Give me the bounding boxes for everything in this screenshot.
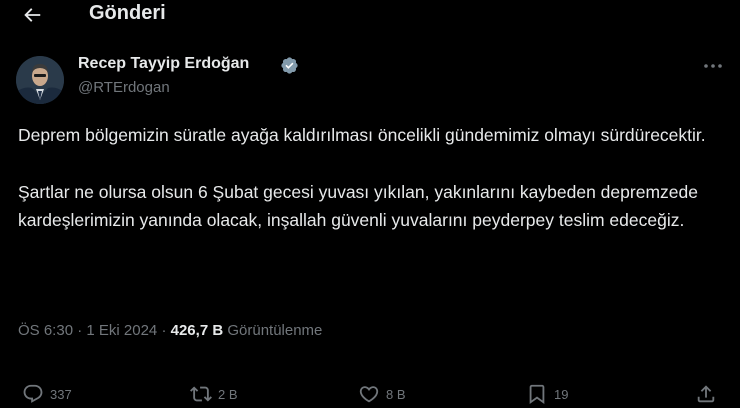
bookmark-icon xyxy=(529,384,545,405)
tweet-paragraph: Deprem bölgemizin süratle ayağa kaldırıl… xyxy=(18,125,706,145)
retweet-count: 2 B xyxy=(218,386,238,402)
meta-separator: · xyxy=(157,322,171,339)
author-name[interactable]: Recep Tayyip Erdoğan xyxy=(78,55,249,73)
tweet-text: Deprem bölgemizin süratle ayağa kaldırıl… xyxy=(18,121,718,235)
top-bar: Gönderi xyxy=(0,0,740,30)
retweet-button[interactable]: 2 B xyxy=(190,380,238,408)
more-dots-icon xyxy=(704,64,722,68)
action-bar: 337 2 B 8 B 19 xyxy=(0,380,740,408)
reply-icon xyxy=(23,384,43,403)
views-count: 426,7 B xyxy=(170,322,224,339)
like-button[interactable]: 8 B xyxy=(358,380,406,408)
tweet-paragraph: Şartlar ne olursa olsun 6 Şubat gecesi y… xyxy=(18,181,698,231)
share-icon xyxy=(697,385,715,403)
share-button[interactable] xyxy=(695,380,717,408)
avatar[interactable] xyxy=(16,56,64,104)
views-label: Görüntülenme xyxy=(227,322,323,339)
retweet-icon xyxy=(190,386,212,402)
bookmark-count: 19 xyxy=(554,386,569,402)
reply-button[interactable]: 337 xyxy=(22,380,72,408)
heart-icon xyxy=(359,386,379,403)
like-count: 8 B xyxy=(386,386,406,402)
verified-badge-icon xyxy=(281,57,298,74)
meta-separator: · xyxy=(73,322,87,339)
author-handle[interactable]: @RTErdogan xyxy=(78,79,170,96)
tweet-meta: ÖS 6:30 · 1 Eki 2024 · 426,7 B Görüntüle… xyxy=(18,322,322,339)
back-button[interactable] xyxy=(18,1,46,29)
arrow-left-icon xyxy=(24,8,41,22)
tweet-time[interactable]: ÖS 6:30 xyxy=(18,322,73,339)
bookmark-button[interactable]: 19 xyxy=(526,380,568,408)
page-title: Gönderi xyxy=(89,2,166,24)
reply-count: 337 xyxy=(50,386,72,402)
tweet-date[interactable]: 1 Eki 2024 xyxy=(86,322,157,339)
more-options-button[interactable] xyxy=(700,56,726,76)
